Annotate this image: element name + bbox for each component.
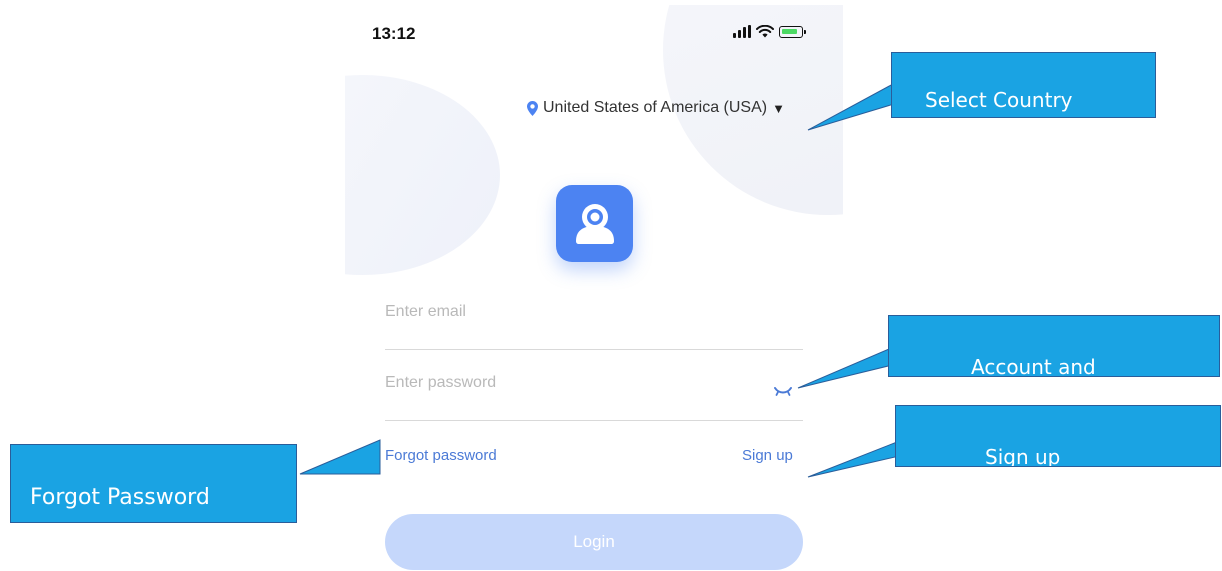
callout-account: Account and	[888, 315, 1220, 377]
callout-sign-up: Sign up	[895, 405, 1221, 467]
callout-sign-up-text: Sign up	[985, 445, 1061, 467]
callout-select-country: Select Country	[891, 52, 1156, 118]
callout-account-text: Account and	[971, 355, 1096, 377]
callout-select-country-text: Select Country	[925, 88, 1073, 112]
callout-forgot-password-text: Forgot Password	[30, 485, 210, 510]
callout-forgot-password: Forgot Password	[10, 444, 297, 523]
